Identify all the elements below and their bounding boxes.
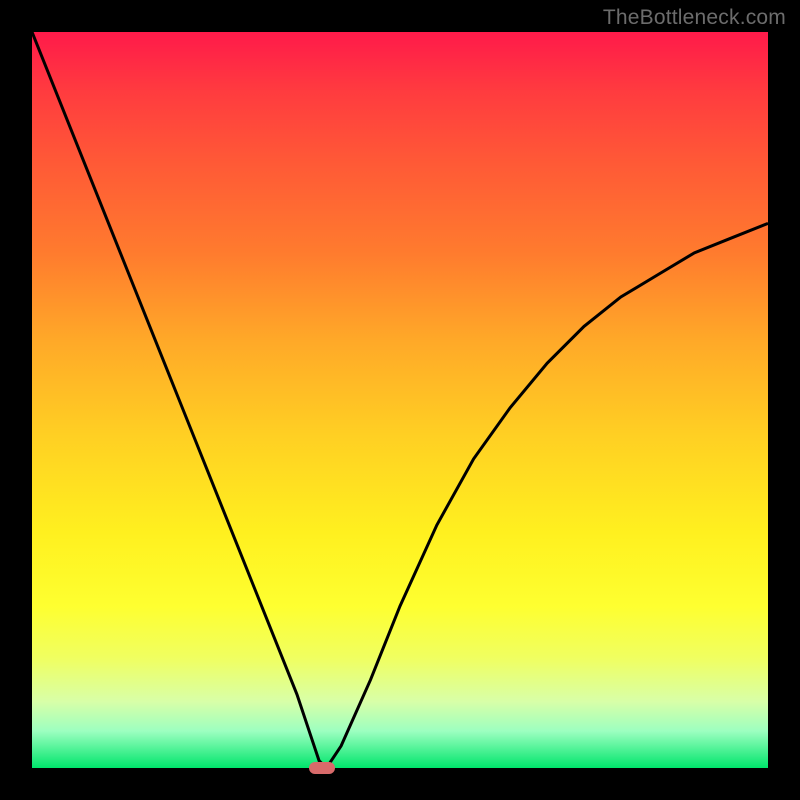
- watermark-text: TheBottleneck.com: [603, 6, 786, 30]
- chart-frame: TheBottleneck.com: [0, 0, 800, 800]
- optimum-marker: [309, 762, 335, 774]
- plot-svg: [32, 32, 768, 768]
- curve-line: [32, 32, 768, 768]
